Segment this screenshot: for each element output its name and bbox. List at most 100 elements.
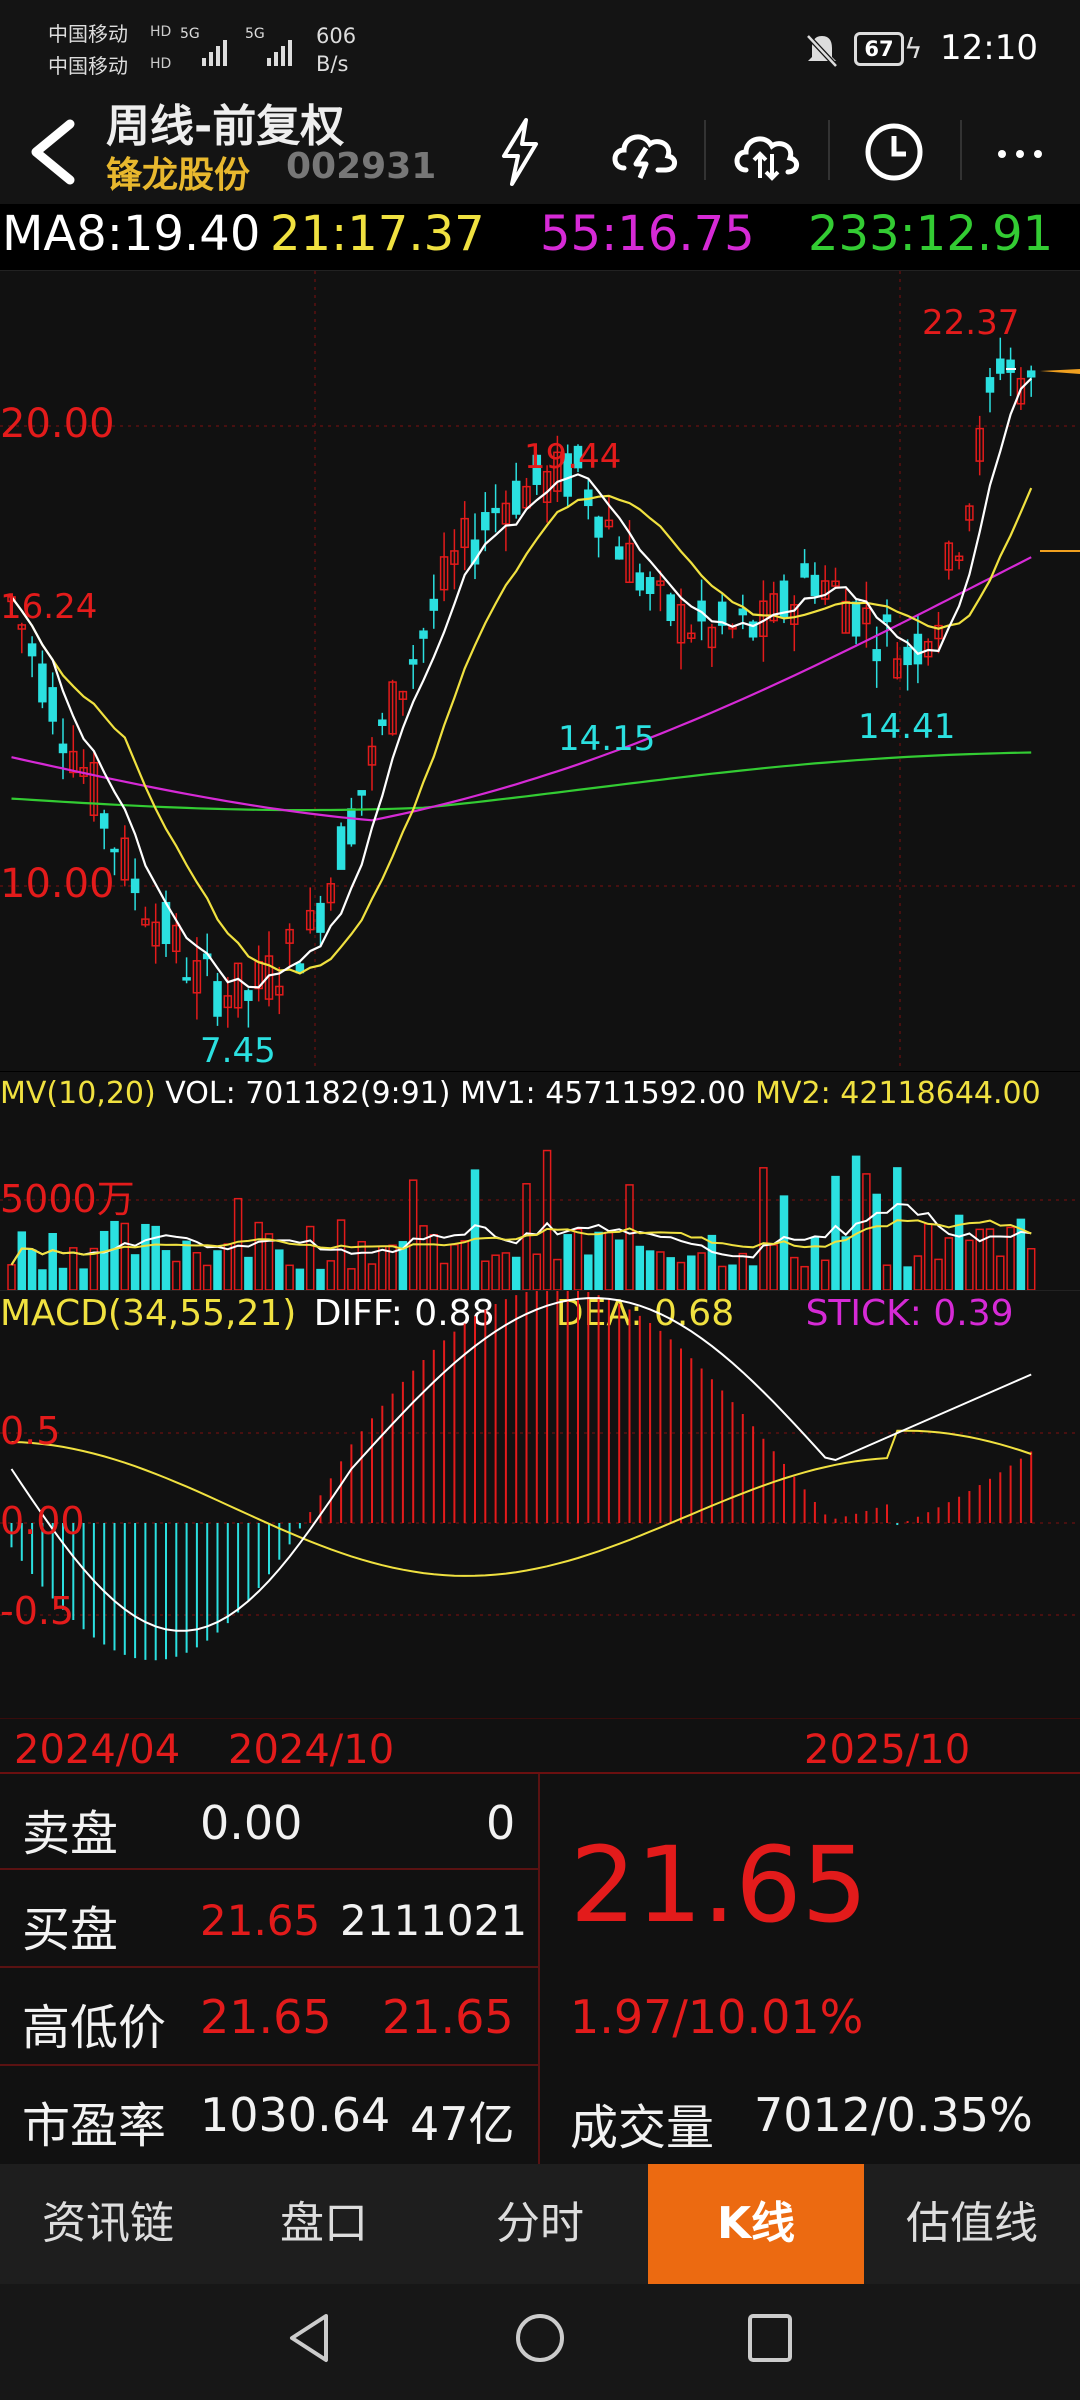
tab-intraday[interactable]: 分时 [432, 2164, 648, 2284]
history-clock-icon[interactable] [854, 112, 934, 192]
volume-bar [584, 1254, 593, 1290]
date-label: 2025/10 [804, 1727, 971, 1773]
nav-back-icon[interactable] [280, 2308, 340, 2368]
volume-bar [800, 1265, 809, 1290]
candle-body [182, 977, 191, 981]
sell-label: 卖盘 [22, 1806, 119, 1862]
candle-body [985, 377, 995, 393]
volume-bar [573, 1228, 583, 1290]
battery-icon: 67 [854, 32, 904, 66]
macd-chart[interactable]: MACD(34,55,21) DIFF: 0.88 DEA: 0.68 STIC… [0, 1290, 1080, 1719]
tab-news[interactable]: 资讯链 [0, 2164, 216, 2284]
candle-body [996, 358, 1005, 374]
kline-chart[interactable]: 20.00 16.24 10.00 19.44 22.37 7.45 14.15… [0, 270, 1080, 1071]
candle-body [851, 601, 861, 637]
last-price: 21.65 [570, 1824, 868, 1946]
tab-orderbook[interactable]: 盘口 [216, 2164, 432, 2284]
candle-body [357, 790, 366, 796]
price-change: 1.97/10.01% [570, 1990, 864, 2044]
volume-bar [69, 1247, 78, 1290]
volume-bar [923, 1223, 933, 1290]
date-label: 2024/10 [228, 1727, 395, 1773]
volume-bar [357, 1240, 366, 1290]
volume-bar [27, 1249, 37, 1290]
volume-bar [687, 1255, 696, 1290]
candle-body [594, 516, 603, 538]
volume-bar [563, 1234, 572, 1290]
candle-body [481, 512, 490, 531]
candle-body [666, 594, 675, 622]
y-axis-label: 10.00 [0, 861, 115, 907]
volume-bar [347, 1268, 356, 1290]
volume-bar [172, 1260, 181, 1290]
high-price: 21.65 [200, 1990, 332, 2044]
macd-axis-label: 0.00 [0, 1499, 85, 1543]
candle-body [213, 981, 222, 1017]
tab-valuation[interactable]: 估值线 [864, 2164, 1080, 2284]
volume-bar [501, 1252, 511, 1290]
volume-bar [542, 1149, 552, 1290]
volume-bar [954, 1214, 964, 1290]
volume-bar [419, 1225, 428, 1290]
ma55-value: 55:16.75 [540, 206, 755, 262]
volume-bar [285, 1264, 294, 1290]
volume-bar [244, 1256, 253, 1290]
candle-body [645, 577, 655, 595]
volume-bar [748, 1265, 758, 1290]
volume-bar [511, 1256, 521, 1290]
buy-label: 买盘 [22, 1902, 119, 1958]
y-axis-label: 16.24 [0, 587, 98, 627]
clock: 12:10 [940, 28, 1038, 68]
buy-volume: 2111021 [340, 1896, 528, 1945]
volume-bar [7, 1264, 16, 1290]
candle-body [336, 826, 346, 870]
macd-axis-label: 0.5 [0, 1409, 61, 1453]
volume-chart[interactable]: MV(10,20) VOL: 701182(9:91) MV1: 4571159… [0, 1072, 1080, 1290]
volume-bar [862, 1173, 871, 1290]
candle-body [800, 563, 809, 578]
candle-body [614, 546, 624, 560]
volume-bar [439, 1262, 449, 1290]
volume-bar [367, 1263, 377, 1290]
volume-bar [820, 1259, 830, 1290]
volume-bar [759, 1167, 768, 1290]
cloud-sync-icon[interactable] [726, 112, 806, 192]
chart-period-title[interactable]: 周线-前复权 [106, 90, 344, 154]
signal-icon: 5G [245, 26, 292, 66]
volume-bar [893, 1167, 902, 1290]
volume-bar [295, 1268, 305, 1290]
kline-svg [0, 271, 1080, 1071]
volume-bar [738, 1252, 748, 1290]
volume-bar [38, 1269, 47, 1290]
carrier-label: 中国移动 [48, 22, 128, 46]
sell-price: 0.00 [200, 1796, 303, 1850]
macd-svg [0, 1291, 1080, 1661]
ma233-value: 233:12.91 [808, 206, 1054, 262]
price-low-label: 7.45 [200, 1031, 276, 1071]
volume-bar [934, 1258, 943, 1290]
back-icon[interactable] [22, 110, 82, 190]
hd-icon: HD [150, 24, 172, 40]
candle-body [408, 659, 418, 665]
volume-bar [99, 1230, 109, 1290]
nav-recents-icon[interactable] [740, 2308, 800, 2368]
lightning-icon[interactable] [480, 112, 560, 192]
ma8-value: MA8:19.40 [2, 206, 261, 262]
volume-bar [481, 1260, 490, 1290]
more-icon[interactable] [980, 112, 1060, 192]
volume-bar [450, 1243, 459, 1290]
candle-body [882, 614, 892, 623]
price-low-label: 14.41 [858, 707, 956, 747]
volume-bar [717, 1265, 727, 1290]
volume-bar [656, 1251, 665, 1290]
net-speed: 606 B/s [316, 24, 357, 76]
volume-bar [614, 1239, 624, 1290]
candle-body [347, 808, 356, 845]
volume-bar [697, 1252, 706, 1290]
candle-body [1026, 370, 1036, 378]
candle-body [58, 743, 68, 754]
volume-bar [182, 1240, 191, 1290]
cloud-lightning-icon[interactable] [604, 112, 684, 192]
nav-home-icon[interactable] [510, 2308, 570, 2368]
tab-kline[interactable]: K线 [648, 2164, 864, 2284]
